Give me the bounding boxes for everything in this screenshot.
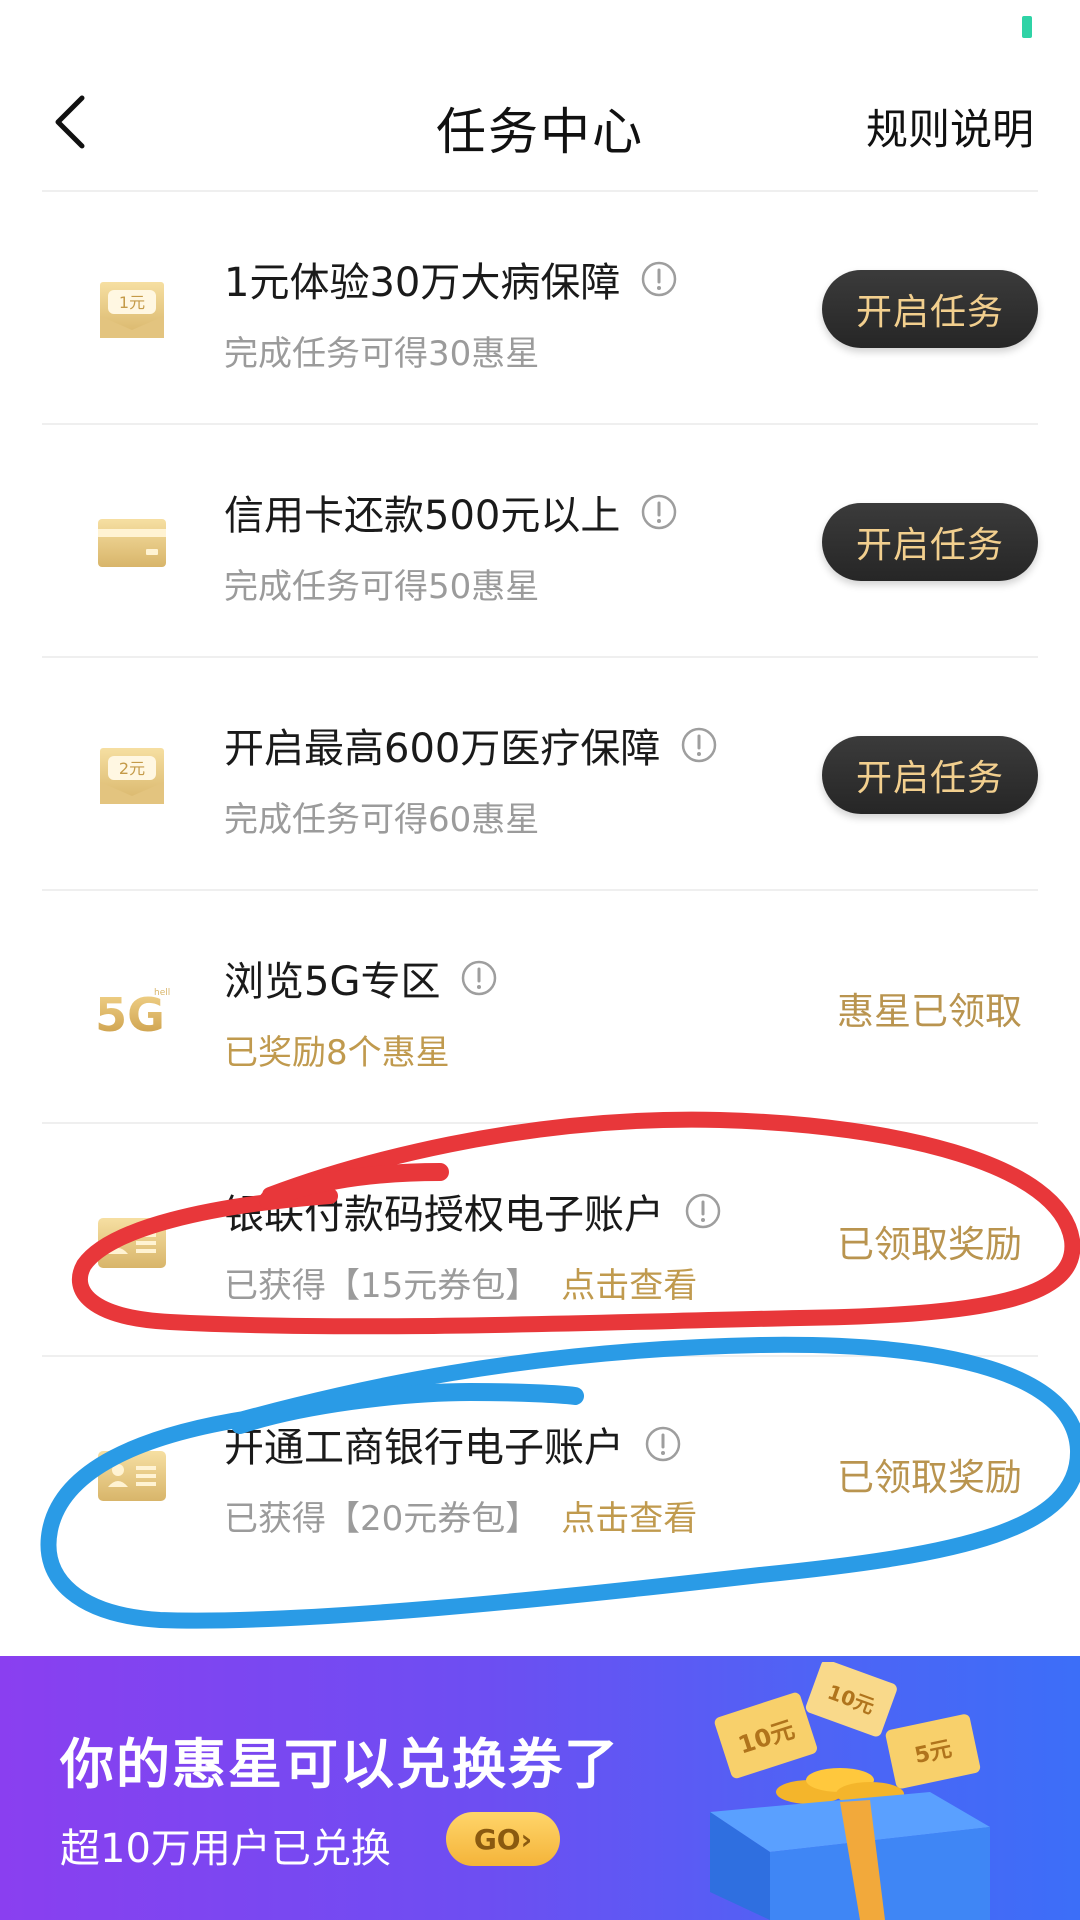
start-task-button[interactable]: 开启任务 <box>822 503 1038 581</box>
credit-card-icon <box>98 519 166 567</box>
gift-box-icon: 10元 10元 5元 <box>710 1662 990 1920</box>
nav-bar: 任务中心 规则说明 <box>0 56 1080 192</box>
info-icon[interactable] <box>684 1192 722 1230</box>
task-title: 信用卡还款500元以上 <box>224 493 621 539</box>
task-subtitle: 完成任务可得30惠星 <box>224 334 540 374</box>
task-row: 信用卡还款500元以上 完成任务可得50惠星 开启任务 <box>42 425 1038 658</box>
task-subtitle: 已获得【20元券包】 点击查看 <box>224 1491 697 1540</box>
task-title: 开启最高600万医疗保障 <box>224 726 661 772</box>
task-status: 已领取奖励 <box>837 1456 1022 1499</box>
go-button[interactable]: GO› <box>446 1812 560 1866</box>
task-title: 银联付款码授权电子账户 <box>224 1192 664 1238</box>
task-subtitle: 已获得【15元券包】 点击查看 <box>224 1258 697 1307</box>
info-icon[interactable] <box>640 260 678 298</box>
id-card-icon <box>98 1451 166 1501</box>
task-row: 5G hello 浏览5G专区 已奖励8个惠星 惠星已领取 <box>42 891 1038 1124</box>
ticket-label: 1元 <box>119 293 145 312</box>
hello-label: hello <box>154 988 170 998</box>
battery-icon <box>1022 16 1032 38</box>
task-status: 惠星已领取 <box>837 990 1022 1033</box>
task-subtitle: 完成任务可得50惠星 <box>224 567 540 607</box>
task-subtitle: 完成任务可得60惠星 <box>224 800 540 840</box>
task-title: 浏览5G专区 <box>224 959 441 1005</box>
task-row: 开通工商银行电子账户 已获得【20元券包】 点击查看 已领取奖励 <box>42 1357 1038 1590</box>
task-title: 1元体验30万大病保障 <box>224 260 621 306</box>
exchange-banner[interactable]: 你的惠星可以兑换券了 超10万用户已兑换 GO› 10元 10元 5元 <box>0 1656 1080 1920</box>
ticket-label: 2元 <box>119 759 145 778</box>
id-card-icon <box>98 1218 166 1268</box>
info-icon[interactable] <box>640 493 678 531</box>
info-icon[interactable] <box>680 726 718 764</box>
task-status: 已领取奖励 <box>837 1223 1022 1266</box>
ticket-2yuan-icon: 2元 <box>100 748 164 804</box>
task-row: 银联付款码授权电子账户 已获得【15元券包】 点击查看 已领取奖励 <box>42 1124 1038 1357</box>
task-subtitle: 已奖励8个惠星 <box>224 1033 450 1073</box>
view-link[interactable]: 点击查看 <box>561 1266 697 1306</box>
rules-link[interactable]: 规则说明 <box>866 96 1034 157</box>
info-icon[interactable] <box>460 959 498 997</box>
start-task-button[interactable]: 开启任务 <box>822 270 1038 348</box>
info-icon[interactable] <box>644 1425 682 1463</box>
view-link[interactable]: 点击查看 <box>561 1499 697 1539</box>
task-row: 2元 开启最高600万医疗保障 完成任务可得60惠星 开启任务 <box>42 658 1038 891</box>
start-task-button[interactable]: 开启任务 <box>822 736 1038 814</box>
5g-icon: 5G hello <box>95 988 170 1042</box>
banner-title: 你的惠星可以兑换券了 <box>60 1733 620 1796</box>
ticket-1yuan-icon: 1元 <box>100 282 164 338</box>
status-bar <box>0 0 1080 56</box>
reward-text: 已获得【15元券包】 <box>224 1266 540 1306</box>
task-title: 开通工商银行电子账户 <box>224 1425 624 1471</box>
banner-subtitle: 超10万用户已兑换 <box>60 1826 391 1872</box>
task-list: 1元 1元体验30万大病保障 完成任务可得30惠星 开启任务 信用卡还款500元… <box>0 192 1080 1590</box>
reward-text: 已获得【20元券包】 <box>224 1499 540 1539</box>
task-row: 1元 1元体验30万大病保障 完成任务可得30惠星 开启任务 <box>42 192 1038 425</box>
